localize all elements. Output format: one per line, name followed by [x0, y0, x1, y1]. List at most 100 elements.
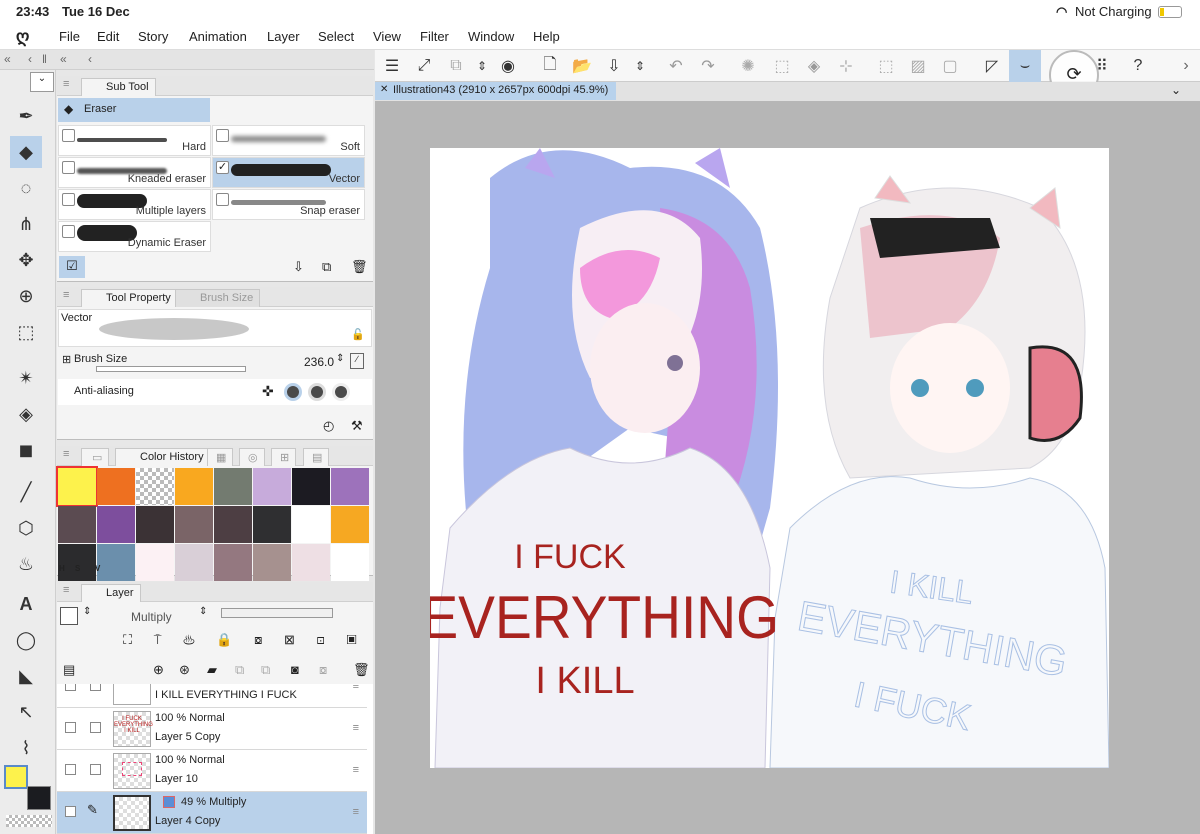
stepper-icon[interactable]: ⇕ [629, 55, 651, 77]
balloon-tool-icon[interactable]: ◯ [10, 624, 42, 656]
opacity-slider[interactable] [221, 608, 333, 618]
menu-window[interactable]: Window [468, 29, 514, 44]
collapse-left-icon[interactable]: « [4, 52, 11, 66]
brush-checkbox[interactable] [62, 225, 75, 238]
tab-layer[interactable]: Layer [81, 584, 141, 602]
import-subtool-icon[interactable]: ⇩ [293, 259, 304, 275]
3d-object-tool-icon[interactable]: ⬡ [10, 512, 42, 544]
layer-lock-checkbox[interactable] [90, 722, 101, 733]
brush-checkbox[interactable] [62, 193, 75, 206]
close-icon[interactable]: ✕ [380, 84, 388, 95]
sub-color-swatch[interactable] [27, 786, 51, 810]
fill-icon[interactable]: ◈ [803, 55, 825, 77]
antialias-none-icon[interactable]: ✜ [262, 383, 274, 400]
color-history-swatch[interactable] [253, 468, 291, 505]
layer-color-box[interactable] [60, 607, 78, 625]
app-logo-icon[interactable]: ღ [16, 27, 29, 47]
brush-stabilize-icon[interactable]: ⌣ [1009, 50, 1041, 82]
tab-approximate-color[interactable]: ⊞ [271, 448, 297, 466]
color-history-swatch[interactable] [97, 544, 135, 581]
stepper-icon[interactable]: ⇕ [471, 55, 493, 77]
invert-selection-icon[interactable]: ▨ [907, 55, 929, 77]
figure-tool-icon[interactable]: ╱ [10, 476, 42, 508]
brush-soft[interactable]: Soft [212, 125, 365, 156]
color-history-swatch[interactable] [292, 506, 330, 543]
redo-icon[interactable]: ↷ [697, 55, 719, 77]
deselect-icon[interactable]: ⬚ [875, 55, 897, 77]
color-history-swatch[interactable] [175, 506, 213, 543]
layer-visibility-checkbox[interactable] [65, 806, 76, 817]
layer-lock-checkbox[interactable] [90, 684, 101, 691]
stepper-icon[interactable]: ⇕ [336, 353, 344, 364]
color-history-swatch[interactable] [331, 506, 369, 543]
color-history-swatch[interactable] [253, 544, 291, 581]
collapse-right-icon[interactable]: › [1175, 55, 1197, 77]
brush-multiple-layers[interactable]: Multiple layers [58, 189, 211, 220]
expand-icon[interactable]: ⊞ [62, 353, 71, 366]
drag-handle-icon[interactable]: ‖ [42, 52, 47, 66]
transform-tool-icon[interactable]: ⊕ [10, 280, 42, 312]
tab-color-history[interactable]: Color History [115, 448, 211, 466]
color-history-swatch[interactable] [292, 544, 330, 581]
clip-studio-icon[interactable]: ◉ [497, 55, 519, 77]
new-file-icon[interactable]: 🗋 [539, 55, 561, 77]
layer-visibility-checkbox[interactable] [65, 764, 76, 775]
collapse-left-icon[interactable]: ‹ [88, 52, 92, 66]
tab-sub-view[interactable]: ▤ [303, 448, 330, 466]
wrench-icon[interactable]: ⚒ [351, 418, 363, 434]
lasso-tool-icon[interactable]: ◌ [10, 172, 42, 204]
text-tool-icon[interactable]: A [10, 588, 42, 620]
tab-tool-property[interactable]: Tool Property [81, 289, 178, 307]
panel-menu-icon[interactable]: ≡ [63, 289, 69, 301]
fill-tool-icon[interactable]: ◈ [10, 398, 42, 430]
color-history-swatch[interactable] [292, 468, 330, 505]
ruler-snap-icon[interactable]: ◸ [981, 55, 1003, 77]
layer-row-selected[interactable]: ✎ 49 % Multiply Layer 4 Copy ≡ [57, 792, 367, 834]
auto-select-tool-icon[interactable]: ✴ [10, 362, 42, 394]
layer-visibility-checkbox[interactable] [65, 684, 76, 691]
open-item-icon[interactable]: ⧉ [445, 55, 467, 77]
select-all-icon[interactable]: ▢ [939, 55, 961, 77]
transfer-below-icon[interactable]: ⧉ [235, 662, 244, 678]
color-history-swatch[interactable] [136, 506, 174, 543]
menu-view[interactable]: View [373, 29, 401, 44]
color-history-swatch[interactable] [56, 466, 98, 507]
pressure-icon[interactable]: ∕ [350, 353, 364, 369]
document-tab[interactable]: ✕ Illustration43 (2910 x 2657px 600dpi 4… [375, 82, 617, 100]
pen-tool-icon[interactable]: ✒ [10, 100, 42, 132]
drag-handle-icon[interactable]: ≡ [353, 806, 359, 818]
color-history-swatch[interactable] [97, 468, 135, 505]
subtool-group-eraser[interactable]: ◆ Eraser [58, 98, 210, 122]
layer-row[interactable]: EVERYTHING I KILL EVERYTHING I FUCK ≡ [57, 684, 367, 708]
brush-size-value[interactable]: 236.0 [304, 355, 334, 369]
brush-size-slider[interactable] [96, 366, 246, 372]
eyedropper-tool-icon[interactable]: ⌇ [10, 732, 42, 764]
gradient-tool-icon[interactable]: ◼ [10, 434, 42, 466]
layer-move-tool-icon[interactable]: ⬚ [10, 316, 42, 348]
layer-visibility-checkbox[interactable] [65, 722, 76, 733]
transparent-color-swatch[interactable] [6, 815, 52, 827]
layer-row[interactable]: 100 % Normal Layer 10 ≡ [57, 750, 367, 792]
eraser-tool-icon[interactable]: ◆ [10, 136, 42, 168]
brush-hard[interactable]: Hard [58, 125, 211, 156]
menu-story[interactable]: Story [138, 29, 168, 44]
object-select-tool-icon[interactable]: ↖ [10, 696, 42, 728]
brush-checkbox[interactable] [62, 129, 75, 142]
color-history-swatch[interactable] [214, 468, 252, 505]
duplicate-subtool-icon[interactable]: ⧉ [322, 259, 331, 275]
layer-lock-checkbox[interactable] [90, 764, 101, 775]
menu-layer[interactable]: Layer [267, 29, 300, 44]
delete-layer-icon[interactable]: 🗑 [353, 662, 370, 678]
decoration-tool-icon[interactable]: ⋔ [10, 208, 42, 240]
tab-intermediate-color[interactable]: ◎ [239, 448, 265, 466]
undo-icon[interactable]: ↶ [665, 55, 687, 77]
tool-menu-dropdown[interactable]: ⌄ [30, 72, 54, 92]
color-history-swatch[interactable] [136, 468, 174, 505]
open-file-icon[interactable]: 📂 [571, 55, 593, 77]
illustration-canvas[interactable]: I FUCK EVERYTHING I KILL I KILL EVERYTHI… [430, 148, 1109, 768]
tab-color-wheel[interactable]: ▭ [81, 448, 110, 466]
fit-canvas-icon[interactable]: ⤢ [413, 55, 435, 77]
chevron-down-icon[interactable]: ⌄ [1171, 83, 1181, 97]
collapse-left-icon[interactable]: « [60, 52, 67, 66]
stepper-icon[interactable]: ⇕ [199, 606, 207, 617]
